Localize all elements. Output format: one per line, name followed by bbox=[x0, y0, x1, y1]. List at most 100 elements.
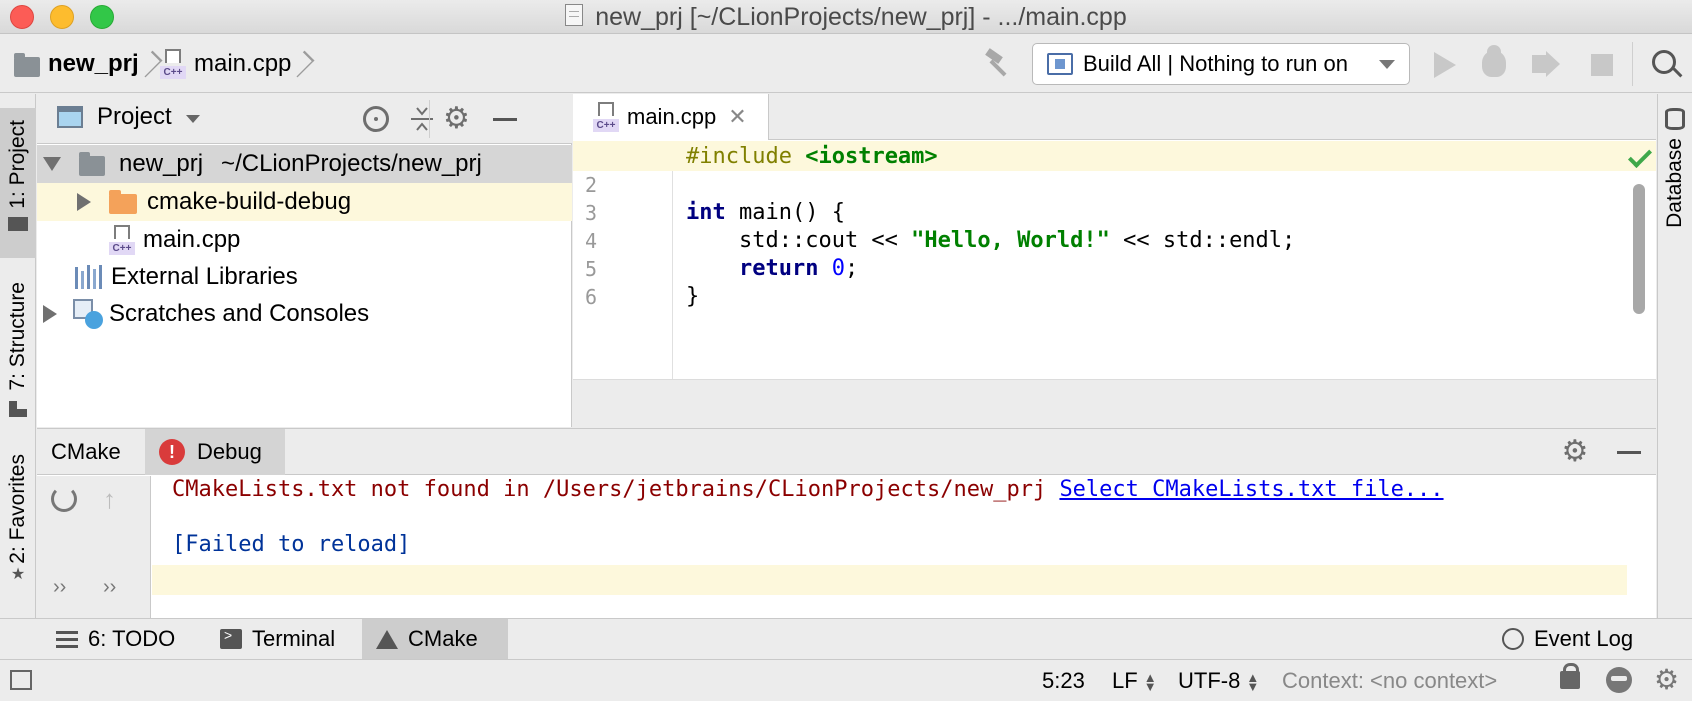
toggle-tool-windows-icon[interactable] bbox=[10, 670, 32, 690]
error-icon: ! bbox=[159, 439, 185, 465]
project-panel-title: Project bbox=[97, 103, 172, 130]
hide-panel-icon[interactable] bbox=[493, 118, 517, 121]
document-icon bbox=[565, 4, 584, 26]
tree-item-label: cmake-build-debug bbox=[147, 188, 352, 215]
run-icon[interactable] bbox=[1434, 52, 1456, 78]
search-icon[interactable] bbox=[1652, 50, 1676, 74]
collapse-all-icon[interactable] bbox=[409, 106, 435, 132]
tab-cmake-label: CMake bbox=[51, 439, 121, 464]
code-text-area[interactable]: #include <iostream> int main() { std::co… bbox=[674, 141, 1656, 379]
tab-project[interactable]: 1: Project bbox=[0, 108, 36, 258]
error-message: CMakeLists.txt not found in /Users/jetbr… bbox=[172, 477, 1060, 502]
project-view-select[interactable]: Project bbox=[57, 103, 200, 131]
current-line-highlight bbox=[152, 565, 1627, 595]
tree-item-main-cpp[interactable]: C++ main.cpp bbox=[37, 221, 572, 259]
tab-debug[interactable]: ! Debug bbox=[145, 429, 285, 475]
hammer-icon[interactable] bbox=[984, 48, 1014, 78]
tab-project-label: 1: Project bbox=[6, 120, 29, 209]
run-configuration-select[interactable]: Build All | Nothing to run on bbox=[1032, 43, 1410, 85]
chevron-down-icon bbox=[1379, 60, 1395, 69]
expanded-arrow-icon bbox=[43, 157, 61, 171]
tree-item-label: main.cpp bbox=[143, 226, 241, 253]
event-log-icon bbox=[1502, 628, 1524, 650]
close-icon[interactable]: ✕ bbox=[728, 104, 746, 130]
cmake-tool-window: CMake ! Debug ⚙ ↑ ›› ›› CMakeLists.txt n… bbox=[37, 428, 1656, 619]
tab-database-label: Database bbox=[1663, 138, 1686, 228]
tree-item-label: Scratches and Consoles bbox=[109, 300, 370, 327]
debug-icon[interactable] bbox=[1482, 45, 1506, 77]
breadcrumb-file[interactable]: C++ main.cpp bbox=[160, 35, 311, 93]
event-log-button[interactable]: Event Log bbox=[1488, 619, 1647, 659]
tab-cmake[interactable]: CMake bbox=[37, 429, 135, 475]
tab-main-cpp[interactable]: C++ main.cpp ✕ bbox=[573, 94, 769, 140]
header-separator bbox=[429, 100, 430, 138]
lock-icon[interactable] bbox=[1560, 663, 1580, 689]
tool-window-bar: 6: TODO Terminal CMake Event Log bbox=[0, 618, 1692, 659]
line-number: 3 bbox=[585, 201, 598, 225]
hide-panel-icon[interactable] bbox=[1617, 451, 1641, 454]
encoding-select[interactable]: UTF-8 ▲ ▼ bbox=[1178, 660, 1259, 701]
status-bar: 5:23 LF ▲ ▼ UTF-8 ▲ ▼ Context: <no context> … bbox=[0, 659, 1692, 700]
database-icon bbox=[1665, 108, 1685, 130]
code-line-1: #include <iostream> bbox=[686, 144, 938, 169]
line-number-gutter: 1 2 3 4 5 6 bbox=[573, 141, 673, 379]
inspector-icon[interactable] bbox=[1606, 667, 1632, 693]
collapsed-arrow-icon bbox=[77, 193, 91, 211]
output-line-failed: [Failed to reload] bbox=[172, 532, 411, 557]
stop-icon[interactable] bbox=[1591, 54, 1613, 76]
todo-button[interactable]: 6: TODO bbox=[42, 619, 189, 659]
tree-item-cmake-build-debug[interactable]: cmake-build-debug bbox=[37, 183, 572, 221]
libraries-icon bbox=[75, 265, 103, 289]
line-number: 2 bbox=[585, 173, 598, 197]
reload-icon[interactable] bbox=[51, 486, 77, 512]
tab-favorites[interactable]: 2: Favorites ★ bbox=[0, 454, 36, 618]
cmake-button[interactable]: CMake bbox=[362, 619, 508, 659]
cpp-file-icon: C++ bbox=[160, 49, 186, 79]
gear-icon[interactable]: ⚙ bbox=[1654, 664, 1679, 696]
tab-structure-label: 7: Structure bbox=[6, 282, 29, 391]
event-log-label: Event Log bbox=[1534, 626, 1634, 651]
line-number: 6 bbox=[585, 285, 598, 309]
breadcrumb-file-label: main.cpp bbox=[194, 50, 292, 77]
list-icon bbox=[56, 630, 78, 648]
project-window-icon bbox=[57, 106, 83, 128]
line-number: 4 bbox=[585, 229, 598, 253]
title-bar: new_prj [~/CLionProjects/new_prj] - .../… bbox=[0, 0, 1692, 34]
gear-icon[interactable]: ⚙ bbox=[1561, 437, 1589, 467]
step-icon[interactable] bbox=[1532, 51, 1560, 77]
updown-icon: ▲ ▼ bbox=[1143, 670, 1157, 695]
terminal-icon bbox=[220, 627, 242, 649]
cmake-output-console[interactable]: CMakeLists.txt not found in /Users/jetbr… bbox=[152, 476, 1656, 619]
more-actions-icon[interactable]: ›› bbox=[103, 576, 116, 599]
window-title: new_prj [~/CLionProjects/new_prj] - .../… bbox=[595, 3, 1127, 31]
context-indicator[interactable]: Context: <no context> bbox=[1282, 660, 1497, 701]
structure-icon bbox=[9, 400, 27, 417]
updown-icon: ▲ ▼ bbox=[1246, 670, 1260, 695]
breadcrumb-project[interactable]: new_prj bbox=[14, 35, 159, 93]
tab-favorites-label: 2: Favorites bbox=[6, 454, 29, 564]
tree-item-project-root[interactable]: new_prj ~/CLionProjects/new_prj bbox=[37, 145, 572, 183]
todo-label: 6: TODO bbox=[88, 626, 176, 651]
tool-window-actions: ↑ ›› ›› bbox=[37, 476, 151, 619]
tool-window-header: CMake ! Debug ⚙ bbox=[37, 429, 1656, 475]
select-cmakelists-link[interactable]: Select CMakeLists.txt file... bbox=[1059, 477, 1443, 502]
gear-icon[interactable]: ⚙ bbox=[443, 104, 470, 134]
cpp-file-icon: C++ bbox=[593, 102, 619, 132]
right-tool-strip: Database bbox=[1657, 94, 1692, 618]
left-tool-strip: 1: Project 7: Structure 2: Favorites ★ bbox=[0, 94, 36, 618]
tab-database[interactable]: Database bbox=[1658, 108, 1692, 258]
code-line-3: int main() { bbox=[686, 200, 845, 225]
editor-empty-area bbox=[573, 379, 1656, 427]
more-actions-icon[interactable]: ›› bbox=[53, 576, 66, 599]
caret-position[interactable]: 5:23 bbox=[1042, 660, 1085, 701]
locate-icon[interactable] bbox=[363, 106, 389, 132]
editor-scrollbar[interactable] bbox=[1633, 184, 1645, 314]
terminal-button[interactable]: Terminal bbox=[206, 619, 349, 659]
project-panel-header: Project ⚙ bbox=[37, 94, 572, 144]
run-configuration-label: Build All | Nothing to run on bbox=[1083, 51, 1348, 76]
tree-item-scratches[interactable]: Scratches and Consoles bbox=[37, 295, 572, 333]
line-separator-select[interactable]: LF ▲ ▼ bbox=[1112, 660, 1157, 701]
tab-structure[interactable]: 7: Structure bbox=[0, 282, 36, 432]
tree-item-external-libraries[interactable]: External Libraries bbox=[37, 258, 572, 296]
arrow-up-icon[interactable]: ↑ bbox=[103, 486, 116, 512]
